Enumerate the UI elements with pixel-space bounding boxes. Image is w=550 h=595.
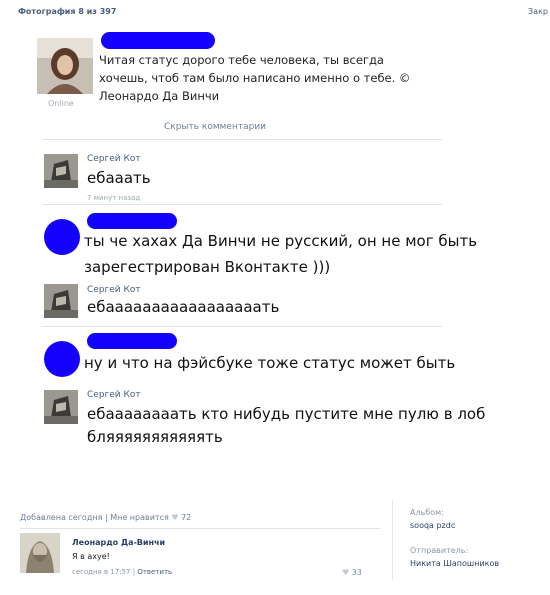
comment-avatar[interactable] bbox=[44, 284, 78, 318]
bottom-comment-time[interactable]: сегодня в 17:57 bbox=[72, 568, 131, 576]
comment-text: ебааать bbox=[87, 169, 151, 187]
portrait-avatar-icon bbox=[20, 533, 60, 573]
reply-link[interactable]: Ответить bbox=[137, 568, 172, 576]
like-count: 33 bbox=[351, 568, 362, 577]
divider bbox=[42, 326, 442, 327]
redacted-author-name bbox=[87, 213, 177, 229]
comment-text: ебаааааааать кто нибудь пустите мне пулю… bbox=[87, 405, 486, 423]
comment-timestamp[interactable]: 7 минут назад bbox=[87, 194, 140, 202]
comment-author[interactable]: Сергей Кот bbox=[87, 154, 141, 164]
status-author-avatar[interactable] bbox=[37, 38, 93, 94]
bottom-comment-text: Я в ахуе! bbox=[72, 552, 110, 561]
divider bbox=[42, 204, 442, 205]
comment-text: ебааааааааааааааааать bbox=[87, 298, 280, 316]
like-count: 72 bbox=[181, 513, 192, 522]
online-indicator: Online bbox=[48, 99, 74, 108]
bottom-comment-author[interactable]: Леонардо Да-Винчи bbox=[72, 538, 165, 547]
heart-icon[interactable]: ♥ bbox=[342, 568, 349, 577]
like-link[interactable]: Мне нравится bbox=[110, 513, 169, 522]
photo-counter: Фотография 8 из 397 bbox=[18, 7, 117, 16]
comment-avatar[interactable] bbox=[44, 390, 78, 424]
status-text: Читая статус дорого тебе человека, ты вс… bbox=[99, 51, 499, 105]
meta-separator: | bbox=[132, 568, 136, 576]
comment-text: бляяяяяяяяяяять bbox=[87, 428, 223, 446]
photo-meta: Добавлена сегодня | Мне нравится ♥ 72 bbox=[20, 513, 191, 522]
heart-icon[interactable]: ♥ bbox=[171, 513, 178, 522]
comment-author[interactable]: Сергей Кот bbox=[87, 285, 141, 295]
added-date: Добавлена сегодня bbox=[20, 513, 103, 522]
comment-text: ты че хахах Да Винчи не русский, он не м… bbox=[84, 232, 478, 250]
sender-label: Отправитель: bbox=[410, 546, 469, 555]
comment-text: зарегестрирован Вконтакте ))) bbox=[84, 258, 331, 276]
sender-link[interactable]: Никита Шапошников bbox=[410, 559, 499, 568]
bottom-comment-likes[interactable]: ♥ 33 bbox=[342, 568, 362, 577]
bottom-comment-avatar[interactable] bbox=[20, 533, 60, 573]
divider bbox=[20, 528, 380, 529]
photo-viewer-header: Фотография 8 из 397 Закр bbox=[0, 0, 550, 22]
status-line: Читая статус дорого тебе человека, ты вс… bbox=[99, 53, 384, 67]
knight-avatar-icon bbox=[44, 154, 78, 188]
close-link[interactable]: Закр bbox=[528, 7, 548, 16]
status-line: хочешь, чтоб там было написано именно о … bbox=[99, 71, 411, 85]
sidebar-divider bbox=[392, 500, 393, 580]
redacted-avatar bbox=[44, 219, 80, 255]
bottom-comment-meta: сегодня в 17:57 | Ответить bbox=[72, 568, 172, 576]
comment-avatar[interactable] bbox=[44, 154, 78, 188]
status-line: Леонардо Да Винчи bbox=[99, 89, 220, 103]
avatar-photo-icon bbox=[37, 38, 93, 94]
redacted-author-name bbox=[87, 333, 177, 349]
comment-text: ну и что на фэйсбуке тоже статус может б… bbox=[84, 354, 456, 372]
comment-author[interactable]: Сергей Кот bbox=[87, 390, 141, 400]
album-label: Альбом: bbox=[410, 508, 444, 517]
knight-avatar-icon bbox=[44, 284, 78, 318]
redacted-avatar bbox=[44, 341, 80, 377]
redacted-author-name bbox=[101, 32, 215, 49]
divider bbox=[42, 139, 442, 140]
hide-comments-link[interactable]: Скрыть комментарии bbox=[0, 122, 430, 132]
knight-avatar-icon bbox=[44, 390, 78, 424]
album-link[interactable]: sooqa pzdc bbox=[410, 521, 455, 530]
meta-separator: | bbox=[104, 513, 108, 522]
